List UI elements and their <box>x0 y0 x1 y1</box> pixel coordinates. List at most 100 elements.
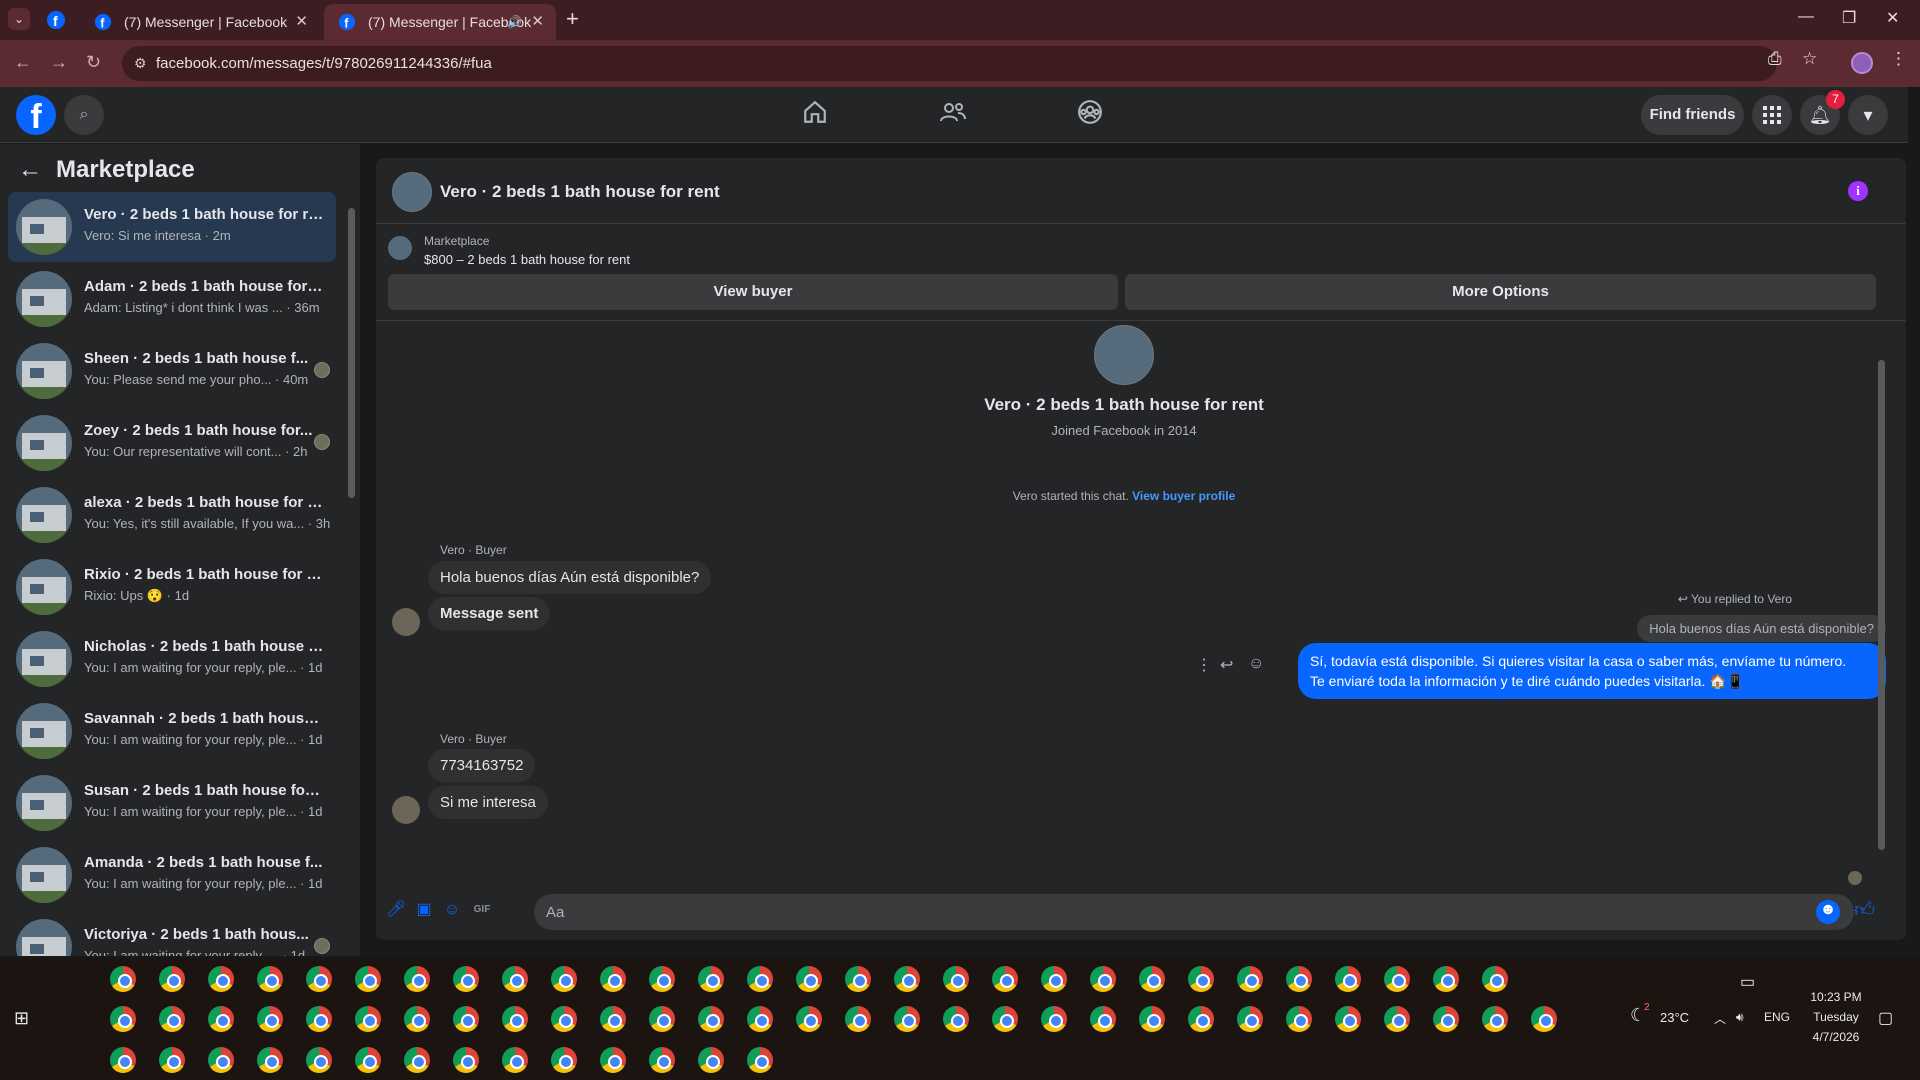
taskbar-chrome-icon[interactable] <box>257 1047 283 1073</box>
clock-day[interactable]: Tuesday <box>1806 1010 1866 1024</box>
taskbar-chrome-icon[interactable] <box>747 1047 773 1073</box>
close-tab-icon[interactable]: ✕ <box>295 4 308 40</box>
chat-scrollbar[interactable] <box>1876 318 1886 878</box>
taskbar-chrome-icon[interactable] <box>110 966 136 992</box>
incoming-message[interactable]: 7734163752 <box>428 749 536 782</box>
taskbar-chrome-icon[interactable] <box>1433 966 1459 992</box>
taskbar-chrome-icon[interactable] <box>257 1006 283 1032</box>
sticker-icon[interactable]: ☺ <box>442 900 462 920</box>
sidebar-scrollbar[interactable] <box>347 194 355 950</box>
search-icon[interactable]: ⌕ <box>64 95 104 135</box>
taskbar-chrome-icon[interactable] <box>306 966 332 992</box>
minimize-icon[interactable]: — <box>1798 8 1814 26</box>
taskbar-chrome-icon[interactable] <box>208 1006 234 1032</box>
audio-playing-icon[interactable]: 🔊 <box>507 4 522 40</box>
conversation-item[interactable]: alexa · 2 beds 1 bath house for r... You:… <box>8 480 336 550</box>
home-icon[interactable] <box>795 99 835 131</box>
groups-icon[interactable] <box>1070 99 1110 131</box>
taskbar-chrome-icon[interactable] <box>600 1047 626 1073</box>
install-app-icon[interactable]: ⎙ <box>1768 49 1782 69</box>
taskbar-chrome-icon[interactable] <box>894 966 920 992</box>
chevron-down-icon[interactable]: ▾ <box>1848 95 1888 135</box>
taskbar-chrome-icon[interactable] <box>1433 1006 1459 1032</box>
taskbar-chrome-icon[interactable] <box>1237 1006 1263 1032</box>
clock-date[interactable]: 4/7/2026 <box>1806 1030 1866 1044</box>
taskbar-chrome-icon[interactable] <box>992 966 1018 992</box>
buyer-profile-avatar[interactable] <box>1094 325 1154 385</box>
conversation-item[interactable]: Victoriya · 2 beds 1 bath hous... You: I … <box>8 912 336 956</box>
view-buyer-button[interactable]: View buyer <box>388 274 1118 310</box>
taskbar-chrome-icon[interactable] <box>747 1006 773 1032</box>
taskbar-chrome-icon[interactable] <box>1286 966 1312 992</box>
emoji-icon[interactable]: ☻ <box>1816 900 1840 924</box>
taskbar-chrome-icon[interactable] <box>1531 1006 1557 1032</box>
conversation-item[interactable]: Nicholas · 2 beds 1 bath house f... You: … <box>8 624 336 694</box>
react-emoji-icon[interactable]: ☺ <box>1248 655 1264 673</box>
taskbar-chrome-icon[interactable] <box>747 966 773 992</box>
more-options-button[interactable]: More Options <box>1125 274 1876 310</box>
taskbar-chrome-icon[interactable] <box>404 1047 430 1073</box>
taskbar-chrome-icon[interactable] <box>1237 966 1263 992</box>
forward-icon[interactable]: → <box>50 52 68 73</box>
close-tab-icon[interactable]: ✕ <box>531 4 544 40</box>
taskbar-chrome-icon[interactable] <box>551 1006 577 1032</box>
clock-time[interactable]: 10:23 PM <box>1806 990 1866 1004</box>
conversation-item[interactable]: Vero · 2 beds 1 bath house for re... Vero… <box>8 192 336 262</box>
taskbar-chrome-icon[interactable] <box>649 966 675 992</box>
taskbar-chrome-icon[interactable] <box>306 1006 332 1032</box>
chat-title[interactable]: Vero · 2 beds 1 bath house for rent <box>440 182 720 202</box>
taskbar-chrome-icon[interactable] <box>1335 1006 1361 1032</box>
taskbar-chrome-icon[interactable] <box>404 1006 430 1032</box>
browser-menu-icon[interactable]: ⋮ <box>1890 49 1907 69</box>
more-actions-icon[interactable]: ⋮ <box>1196 655 1212 675</box>
action-center-icon[interactable]: ▢ <box>1878 1008 1893 1028</box>
taskbar-chrome-icon[interactable] <box>845 966 871 992</box>
back-icon[interactable]: ← <box>14 52 32 73</box>
photo-icon[interactable]: ▣ <box>414 900 434 920</box>
url-input[interactable]: ⚙ facebook.com/messages/t/97802691124433… <box>122 46 1777 81</box>
taskbar-chrome-icon[interactable] <box>355 1047 381 1073</box>
windows-start-icon[interactable]: ⊞ <box>14 1008 29 1029</box>
incoming-message[interactable]: Message sent <box>428 597 551 630</box>
taskbar-chrome-icon[interactable] <box>551 966 577 992</box>
taskbar-chrome-icon[interactable] <box>1384 1006 1410 1032</box>
taskbar-chrome-icon[interactable] <box>894 1006 920 1032</box>
taskbar-chrome-icon[interactable] <box>992 1006 1018 1032</box>
taskbar-chrome-icon[interactable] <box>208 1047 234 1073</box>
microphone-icon[interactable]: 🎤︎ <box>386 900 406 920</box>
chat-avatar[interactable] <box>392 172 432 212</box>
taskbar-chrome-icon[interactable] <box>355 1006 381 1032</box>
taskbar-chrome-icon[interactable] <box>502 1047 528 1073</box>
sender-avatar[interactable] <box>392 796 420 824</box>
taskbar-chrome-icon[interactable] <box>943 1006 969 1032</box>
quoted-message[interactable]: Hola buenos días Aún está disponible? <box>1637 615 1886 642</box>
taskbar-chrome-icon[interactable] <box>600 966 626 992</box>
taskbar-chrome-icon[interactable] <box>355 966 381 992</box>
site-settings-icon[interactable]: ⚙ <box>134 55 147 72</box>
find-friends-button[interactable]: Find friends <box>1641 95 1744 135</box>
taskbar-chrome-icon[interactable] <box>257 966 283 992</box>
conversation-item[interactable]: Susan · 2 beds 1 bath house for r... You:… <box>8 768 336 838</box>
taskbar-chrome-icon[interactable] <box>1482 1006 1508 1032</box>
thumbs-up-icon[interactable]: 👍︎ <box>1854 900 1875 920</box>
conversation-item[interactable]: Amanda · 2 beds 1 bath house f... You: I … <box>8 840 336 910</box>
taskbar-chrome-icon[interactable] <box>453 966 479 992</box>
friends-icon[interactable] <box>933 99 973 131</box>
taskbar-chrome-icon[interactable] <box>551 1047 577 1073</box>
restore-icon[interactable]: ❐ <box>1842 8 1856 28</box>
conversation-item[interactable]: Zoey · 2 beds 1 bath house for... You: Ou… <box>8 408 336 478</box>
notifications-panel-icon[interactable]: ▭ <box>1740 972 1755 992</box>
facebook-logo[interactable]: f <box>16 95 56 136</box>
system-tray-chevron-icon[interactable]: ︿ <box>1714 1010 1726 1027</box>
page-scrollbar[interactable] <box>1908 87 1920 957</box>
taskbar-chrome-icon[interactable] <box>649 1047 675 1073</box>
facebook-pinned-tab-icon[interactable]: f <box>46 10 66 30</box>
taskbar-chrome-icon[interactable] <box>110 1047 136 1073</box>
info-icon[interactable]: i <box>1848 181 1868 201</box>
close-window-icon[interactable]: ✕ <box>1886 8 1899 28</box>
taskbar-chrome-icon[interactable] <box>600 1006 626 1032</box>
taskbar-chrome-icon[interactable] <box>649 1006 675 1032</box>
taskbar-chrome-icon[interactable] <box>698 1006 724 1032</box>
conversation-item[interactable]: Sheen · 2 beds 1 bath house f... You: Ple… <box>8 336 336 406</box>
incoming-message[interactable]: Si me interesa <box>428 786 548 819</box>
